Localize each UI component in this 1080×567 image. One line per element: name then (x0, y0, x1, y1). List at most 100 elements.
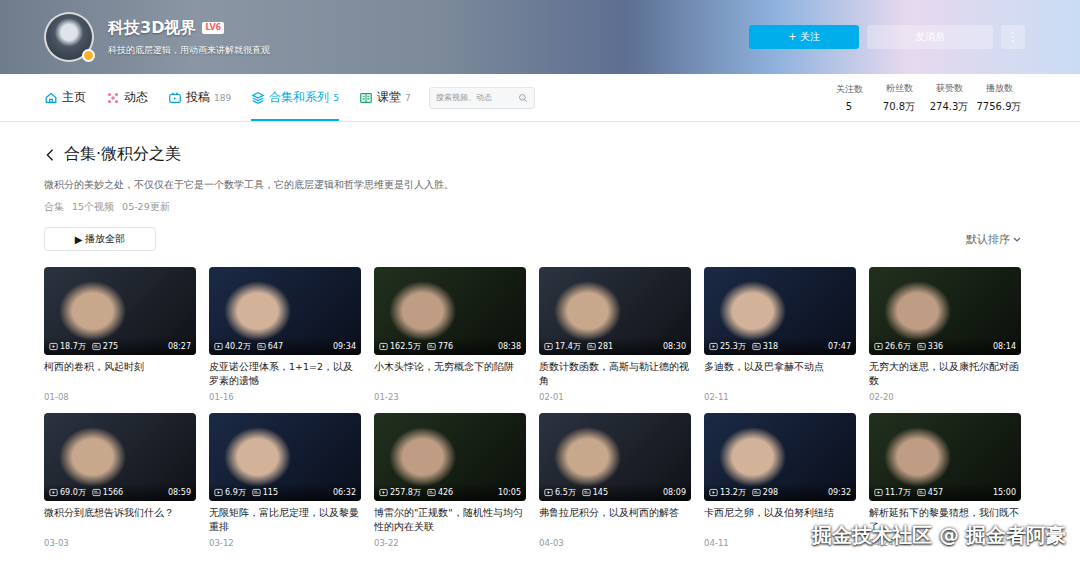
video-title[interactable]: 无穷大的迷思，以及康托尔配对函数 (869, 360, 1021, 388)
meta-item: 15个视频 (72, 201, 114, 214)
avatar[interactable] (44, 12, 94, 62)
video-title[interactable]: 微积分到底想告诉我们什么？ (44, 506, 196, 534)
video-duration: 08:59 (168, 488, 191, 497)
video-thumbnail[interactable]: 18.7万27508:27 (44, 267, 196, 355)
video-date: 03-22 (374, 538, 526, 548)
video-card[interactable]: 69.0万156608:59微积分到底想告诉我们什么？03-03 (44, 413, 196, 548)
video-card[interactable]: 17.4万28108:30质数计数函数，高斯与勒让德的视角02-01 (539, 267, 691, 402)
danmaku-count-text: 145 (593, 488, 608, 497)
sort-dropdown[interactable]: 默认排序 (966, 232, 1021, 247)
video-card[interactable]: 40.2万64709:34皮亚诺公理体系，1+1=2，以及罗素的遗憾01-16 (209, 267, 361, 402)
danmaku-icon (252, 488, 261, 497)
nav-tab[interactable]: 动态 (106, 74, 148, 121)
video-title[interactable]: 质数计数函数，高斯与勒让德的视角 (539, 360, 691, 388)
play-count-icon (379, 342, 388, 351)
play-count-icon (544, 488, 553, 497)
play-count-icon (379, 488, 388, 497)
video-title[interactable]: 小木头悖论，无穷概念下的陷阱 (374, 360, 526, 388)
danmaku-count: 457 (917, 488, 943, 497)
view-count: 69.0万 (49, 487, 86, 498)
nav-tab[interactable]: 主页 (44, 74, 86, 121)
video-icon (168, 91, 182, 105)
play-count-icon (709, 488, 718, 497)
stat-label: 获赞数 (936, 82, 963, 95)
collection-title-row: 合集·微积分之美 (44, 144, 1021, 165)
video-card[interactable]: 162.5万77608:38小木头悖论，无穷概念下的陷阱01-23 (374, 267, 526, 402)
verified-badge-icon (82, 49, 95, 62)
thumbnail-overlay: 6.5万14508:09 (539, 483, 691, 501)
danmaku-icon (92, 342, 101, 351)
video-card[interactable]: 26.6万33608:14无穷大的迷思，以及康托尔配对函数02-20 (869, 267, 1021, 402)
video-thumbnail[interactable]: 69.0万156608:59 (44, 413, 196, 501)
danmaku-icon (257, 342, 266, 351)
video-thumbnail[interactable]: 40.2万64709:34 (209, 267, 361, 355)
danmaku-count-text: 298 (763, 488, 778, 497)
video-card[interactable]: 257.8万42610:05 博雷尔的"正规数"，随机性与均匀性的内在关联 03-2… (374, 413, 526, 548)
view-count-text: 25.3万 (720, 341, 746, 352)
view-count-text: 11.7万 (885, 487, 911, 498)
danmaku-count-text: 426 (438, 488, 453, 497)
video-thumbnail[interactable]: 257.8万42610:05 (374, 413, 526, 501)
danmaku-count: 275 (92, 342, 118, 351)
follow-button[interactable]: + 关注 (749, 25, 859, 49)
back-icon[interactable] (44, 148, 56, 162)
video-duration: 08:14 (993, 342, 1016, 351)
nav-tab[interactable]: 课堂7 (359, 74, 411, 121)
view-count-text: 69.0万 (60, 487, 86, 498)
play-all-button[interactable]: ▶播放全部 (44, 227, 156, 251)
video-thumbnail[interactable]: 17.4万28108:30 (539, 267, 691, 355)
video-title[interactable]: 柯西的卷积，风起时刻 (44, 360, 196, 388)
danmaku-icon (752, 488, 761, 497)
view-count: 25.3万 (709, 341, 746, 352)
dynamic-icon (106, 91, 120, 105)
tab-count: 189 (214, 93, 231, 103)
thumbnail-overlay: 25.3万31807:47 (704, 337, 856, 355)
danmaku-icon (257, 342, 266, 351)
video-thumbnail[interactable]: 25.3万31807:47 (704, 267, 856, 355)
view-count-text: 26.6万 (885, 341, 911, 352)
danmaku-icon (92, 488, 101, 497)
play-count-icon (709, 342, 718, 351)
video-title[interactable]: 无限矩阵，富比尼定理，以及黎曼重排 (209, 506, 361, 534)
play-count-icon (214, 488, 223, 497)
video-card[interactable]: 18.7万27508:27柯西的卷积，风起时刻01-08 (44, 267, 196, 402)
video-thumbnail[interactable]: 13.2万29809:32 (704, 413, 856, 501)
stat-item[interactable]: 播放数7756.9万 (976, 82, 1022, 114)
play-count-icon (709, 488, 718, 497)
search-box[interactable] (429, 87, 535, 109)
danmaku-count: 298 (752, 488, 778, 497)
video-title[interactable]: 弗鲁拉尼积分，以及柯西的解答 (539, 506, 691, 534)
collection-meta: 合集15个视频05-29更新 (44, 201, 1021, 214)
video-card[interactable]: 6.9万11506:32无限矩阵，富比尼定理，以及黎曼重排03-12 (209, 413, 361, 548)
danmaku-icon (427, 342, 436, 351)
video-card[interactable]: 25.3万31807:47 多迪数，以及巴拿赫不动点 02-11 (704, 267, 856, 402)
video-title[interactable]: 博雷尔的"正规数"，随机性与均匀性的内在关联 (374, 506, 526, 534)
user-name[interactable]: 科技3D视界 (108, 18, 196, 39)
thumbnail-overlay: 18.7万27508:27 (44, 337, 196, 355)
nav-tab[interactable]: 投稿189 (168, 74, 231, 121)
danmaku-icon (582, 488, 591, 497)
video-thumbnail[interactable]: 162.5万77608:38 (374, 267, 526, 355)
view-count: 18.7万 (49, 341, 86, 352)
video-thumbnail[interactable]: 26.6万33608:14 (869, 267, 1021, 355)
message-button[interactable]: 发消息 (867, 25, 993, 49)
video-title[interactable]: 多迪数，以及巴拿赫不动点 (704, 360, 856, 388)
video-thumbnail[interactable]: 6.5万14508:09 (539, 413, 691, 501)
video-title[interactable]: 皮亚诺公理体系，1+1=2，以及罗素的遗憾 (209, 360, 361, 388)
header-buttons: + 关注发消息 ⋮ (749, 25, 1025, 49)
meta-item: 05-29更新 (122, 201, 170, 214)
nav-tab[interactable]: 合集和系列5 (251, 74, 339, 121)
stat-item[interactable]: 关注数5 (826, 83, 872, 112)
play-count-icon (874, 342, 883, 351)
video-thumbnail[interactable]: 11.7万45715:00 (869, 413, 1021, 501)
more-button[interactable]: ⋮ (1001, 25, 1025, 49)
stat-item[interactable]: 获赞数274.3万 (926, 82, 972, 114)
view-count-text: 40.2万 (225, 341, 251, 352)
collection-title: 合集·微积分之美 (64, 144, 181, 165)
search-input[interactable] (436, 93, 518, 102)
video-thumbnail[interactable]: 6.9万11506:32 (209, 413, 361, 501)
video-card[interactable]: 6.5万14508:09弗鲁拉尼积分，以及柯西的解答04-03 (539, 413, 691, 548)
stat-item[interactable]: 粉丝数70.8万 (876, 82, 922, 114)
view-count-text: 6.5万 (555, 487, 576, 498)
video-date: 02-11 (704, 392, 856, 402)
